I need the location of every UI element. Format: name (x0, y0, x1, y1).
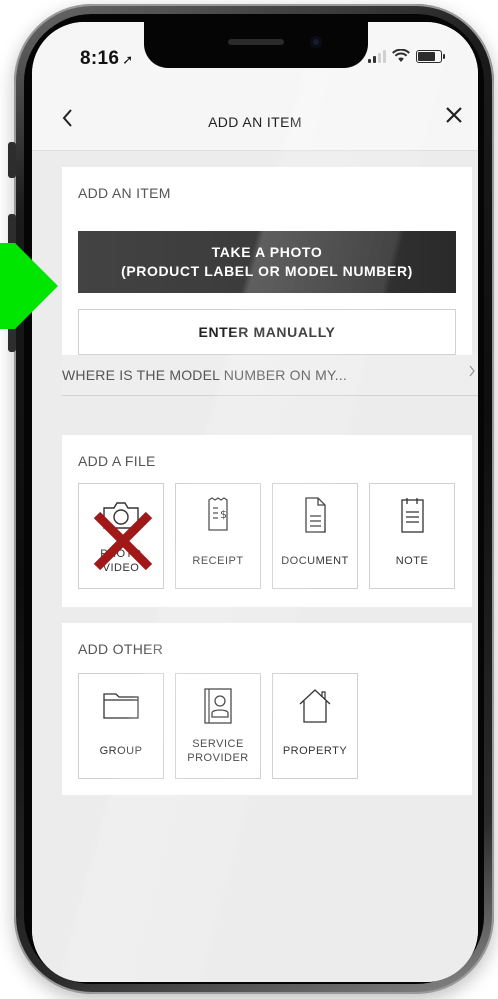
add-item-heading: ADD AN ITEM (78, 185, 171, 201)
add-file-card: ADD A FILE PHOTO VIDEO $ RECEIPT DOCUMEN… (62, 435, 472, 607)
camera-icon (79, 496, 163, 536)
receipt-label: RECEIPT (192, 555, 244, 567)
photo-label-line2: VIDEO (102, 562, 140, 574)
contact-card-icon (176, 686, 260, 726)
status-time: 8:16 ➚ (80, 48, 133, 70)
document-tile[interactable]: DOCUMENT (272, 483, 358, 589)
phone-notch (144, 22, 368, 68)
add-other-heading: ADD OTHER (78, 641, 164, 657)
photo-video-label: PHOTO VIDEO (79, 547, 163, 575)
earpiece-speaker (228, 39, 284, 45)
signal-icon (368, 49, 386, 63)
enter-manually-button[interactable]: ENTER MANUALLY (78, 309, 456, 355)
note-icon (370, 496, 454, 536)
receipt-icon: $ (176, 496, 260, 536)
document-label: DOCUMENT (281, 555, 349, 567)
folder-icon (79, 686, 163, 726)
group-tile[interactable]: GROUP (78, 673, 164, 779)
add-item-card: ADD AN ITEM TAKE A PHOTO (PRODUCT LABEL … (62, 167, 472, 355)
service-label-line2: PROVIDER (187, 752, 249, 764)
document-icon (273, 496, 357, 536)
model-number-help-link[interactable]: WHERE IS THE MODEL NUMBER ON MY... (62, 355, 478, 396)
page-title: ADD AN ITEM (208, 114, 302, 130)
photo-video-tile[interactable]: PHOTO VIDEO (78, 483, 164, 589)
take-photo-button[interactable]: TAKE A PHOTO (PRODUCT LABEL OR MODEL NUM… (78, 231, 456, 293)
close-icon[interactable] (444, 102, 464, 130)
take-photo-label: TAKE A PHOTO (211, 244, 323, 260)
status-icons (368, 49, 445, 63)
add-other-card: ADD OTHER GROUP SERVICE PROVIDER PROPERT… (62, 623, 472, 795)
mute-switch (8, 142, 16, 178)
green-arrow-annotation (0, 243, 58, 329)
nav-bar: ADD AN ITEM (32, 92, 478, 151)
house-icon (273, 686, 357, 726)
note-tile[interactable]: NOTE (369, 483, 455, 589)
status-time-text: 8:16 (80, 48, 120, 69)
property-tile[interactable]: PROPERTY (272, 673, 358, 779)
service-provider-label: SERVICE PROVIDER (176, 737, 260, 765)
svg-text:$: $ (220, 508, 227, 521)
chevron-right-icon (468, 364, 476, 382)
take-photo-sublabel: (PRODUCT LABEL OR MODEL NUMBER) (121, 263, 413, 279)
photo-label-line1: PHOTO (100, 548, 142, 560)
service-provider-tile[interactable]: SERVICE PROVIDER (175, 673, 261, 779)
battery-icon (416, 49, 445, 63)
receipt-tile[interactable]: $ RECEIPT (175, 483, 261, 589)
add-file-heading: ADD A FILE (78, 453, 156, 469)
main-content: ADD AN ITEM TAKE A PHOTO (PRODUCT LABEL … (32, 151, 478, 982)
wifi-icon (392, 49, 410, 62)
model-number-help-label: WHERE IS THE MODEL NUMBER ON MY... (62, 367, 348, 383)
group-label: GROUP (99, 745, 143, 757)
location-arrow-icon: ➚ (122, 52, 134, 67)
property-label: PROPERTY (282, 745, 348, 757)
service-label-line1: SERVICE (192, 738, 244, 750)
front-camera (310, 36, 322, 48)
note-label: NOTE (395, 555, 429, 567)
phone-screen: 8:16 ➚ ADD AN ITEM ADD AN ITEM TAKE A PH… (32, 22, 478, 982)
